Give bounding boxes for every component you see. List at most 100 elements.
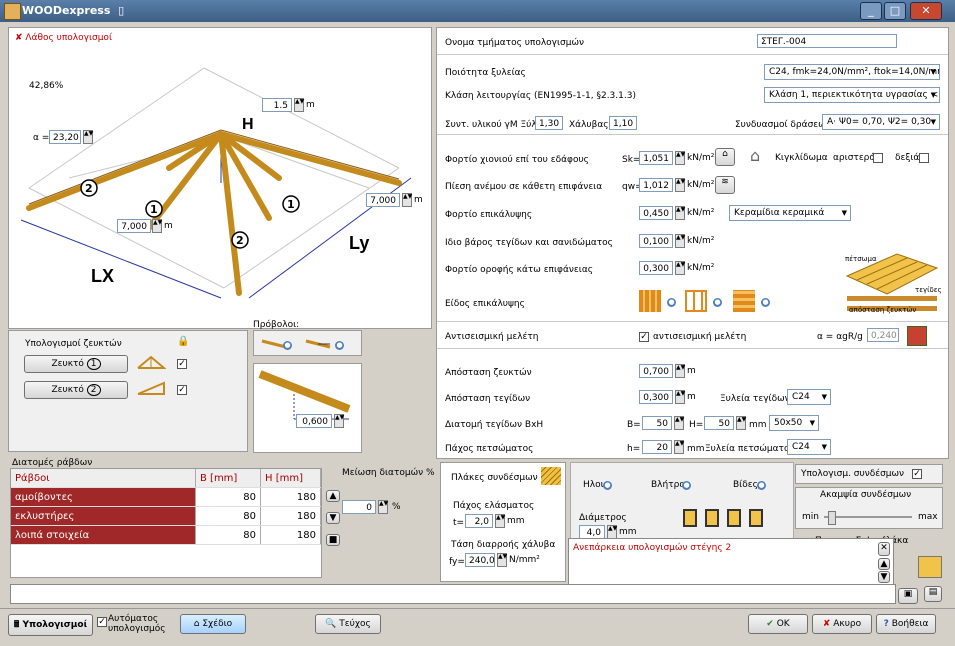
- alpha-spinner[interactable]: ▲▼: [83, 130, 93, 144]
- deck-thickness-input[interactable]: 20: [642, 440, 672, 454]
- auto-calc-checkbox[interactable]: ✓: [97, 617, 107, 627]
- reduction-reset-button[interactable]: ■: [326, 534, 340, 546]
- truss-2-button[interactable]: Ζευκτό 2: [24, 381, 128, 399]
- height-input[interactable]: 1.5: [262, 98, 292, 112]
- rafter-wood-select[interactable]: C24: [787, 389, 831, 405]
- help-button[interactable]: ? Βοήθεια: [876, 614, 936, 634]
- reduction-spinner[interactable]: ▲▼: [378, 500, 388, 514]
- overhang-spinner[interactable]: ▲▼: [334, 414, 344, 428]
- cancel-button[interactable]: ✘ Ακυρο: [812, 614, 872, 634]
- truss-2-checkbox[interactable]: ✓: [177, 385, 187, 395]
- combination-select[interactable]: A· Ψ0= 0,70, Ψ2= 0,30: [822, 114, 940, 130]
- height-spinner[interactable]: ▲▼: [294, 98, 304, 112]
- ceiling-load-input[interactable]: 0,300: [639, 261, 673, 275]
- seismic-map-icon[interactable]: [907, 326, 927, 346]
- truss-1-button[interactable]: Ζευκτό 1: [24, 355, 128, 373]
- ok-button[interactable]: ✔ OK: [748, 614, 808, 634]
- left-railing-checkbox[interactable]: [873, 153, 883, 163]
- overhang-input[interactable]: 0,600: [296, 414, 332, 428]
- fastener-option-1-icon[interactable]: [683, 509, 697, 527]
- service-class-select[interactable]: Κλάση 1, περιεκτικότητα υγρασίας <=1:: [764, 87, 940, 103]
- covering-option-3-radio[interactable]: ●: [761, 298, 770, 307]
- overhang-option-1-radio[interactable]: ●: [283, 341, 292, 350]
- plate-thickness-input[interactable]: 2,0: [465, 514, 493, 528]
- connections-calc-checkbox[interactable]: ✓: [912, 469, 922, 479]
- maximize-button[interactable]: □: [884, 2, 906, 20]
- stiffness-slider-thumb[interactable]: [828, 511, 836, 525]
- fastener-option-3-icon[interactable]: [727, 509, 741, 527]
- snow-load-spinner[interactable]: ▲▼: [675, 151, 685, 165]
- table-row[interactable]: εκλυστήρες 80 180: [11, 506, 321, 526]
- drawing-button[interactable]: ⌂ Σχέδιο: [180, 614, 246, 634]
- ceiling-load-spinner[interactable]: ▲▼: [675, 261, 685, 275]
- seismic-checkbox[interactable]: ✓: [639, 332, 649, 342]
- length-x-input[interactable]: 7,000: [117, 219, 151, 233]
- print-button[interactable]: ▣: [898, 588, 918, 604]
- truss-1-checkbox[interactable]: ✓: [177, 359, 187, 369]
- rafter-h-input[interactable]: 50: [704, 416, 734, 430]
- diameter-spinner[interactable]: ▲▼: [607, 525, 617, 539]
- message-close-button[interactable]: ✕: [878, 542, 890, 556]
- rafter-h-spinner[interactable]: ▲▼: [736, 416, 746, 430]
- covering-option-3-icon[interactable]: [733, 290, 755, 312]
- minimize-button[interactable]: _: [860, 2, 882, 20]
- self-weight-input[interactable]: 0,100: [639, 234, 673, 248]
- screws-radio[interactable]: ●: [757, 481, 766, 490]
- nails-radio[interactable]: ●: [603, 481, 612, 490]
- rafter-b-spinner[interactable]: ▲▼: [674, 416, 684, 430]
- length-x-spinner[interactable]: ▲▼: [152, 219, 162, 233]
- plate-thickness-spinner[interactable]: ▲▼: [495, 514, 505, 528]
- reduction-down-button[interactable]: ▼: [326, 512, 340, 524]
- reduction-input[interactable]: 0: [342, 500, 376, 514]
- overhang-option-2-radio[interactable]: ●: [335, 341, 344, 350]
- covering-option-2-radio[interactable]: ●: [713, 298, 722, 307]
- gm-wood-input[interactable]: 1,30: [535, 116, 563, 130]
- wood-quality-select[interactable]: C24, fmk=24,0N/mm², ftok=14,0N/mm²: [764, 64, 940, 80]
- cover-type-select[interactable]: Κεραμίδια κεραμικά: [729, 205, 851, 221]
- message-scroll-down[interactable]: ▼: [878, 571, 890, 583]
- table-row[interactable]: αμοίβοντες 80 180: [11, 487, 321, 507]
- deck-wood-select[interactable]: C24: [787, 439, 831, 455]
- length-y-spinner[interactable]: ▲▼: [402, 193, 412, 207]
- deck-thickness-spinner[interactable]: ▲▼: [674, 440, 684, 454]
- stiffness-slider[interactable]: [824, 516, 912, 518]
- close-button[interactable]: ✕: [910, 2, 942, 20]
- seismic-alpha-input[interactable]: 0,240: [867, 328, 899, 342]
- gm-steel-input[interactable]: 1,10: [609, 116, 637, 130]
- calculate-button[interactable]: 🖩 Υπολογισμοί: [8, 614, 93, 636]
- covering-option-1-radio[interactable]: ●: [667, 298, 676, 307]
- yield-stress-input[interactable]: 240,0: [465, 553, 495, 567]
- truss-distance-spinner[interactable]: ▲▼: [675, 364, 685, 378]
- overhang-option-2-icon[interactable]: [304, 335, 334, 351]
- truss-distance-input[interactable]: 0,700: [639, 364, 673, 378]
- diameter-input[interactable]: 4,0: [579, 525, 605, 539]
- fastener-option-4-icon[interactable]: [749, 509, 763, 527]
- alpha-input[interactable]: 23,20: [49, 130, 81, 144]
- reduction-up-button[interactable]: ▲: [326, 490, 340, 502]
- table-row[interactable]: λοιπά στοιχεία 80 180: [11, 525, 321, 545]
- cover-load-input[interactable]: 0,450: [639, 206, 673, 220]
- booklet-button[interactable]: 🔍 Τεύχος: [315, 614, 381, 634]
- save-button[interactable]: ▤: [924, 586, 942, 602]
- rafter-distance-input[interactable]: 0,300: [639, 390, 673, 404]
- self-weight-spinner[interactable]: ▲▼: [675, 234, 685, 248]
- cover-load-spinner[interactable]: ▲▼: [675, 206, 685, 220]
- warning-icon[interactable]: [918, 556, 942, 578]
- section-name-input[interactable]: ΣΤΕΓ.-004: [757, 34, 897, 48]
- fastener-option-2-icon[interactable]: [705, 509, 719, 527]
- covering-option-1-icon[interactable]: [639, 290, 661, 312]
- wind-calc-button[interactable]: ≋: [715, 176, 735, 194]
- covering-option-2-icon[interactable]: [685, 290, 707, 312]
- wind-input[interactable]: 1,012: [639, 178, 673, 192]
- message-scroll-up[interactable]: ▲: [878, 558, 890, 570]
- wind-spinner[interactable]: ▲▼: [675, 178, 685, 192]
- yield-stress-spinner[interactable]: ▲▼: [497, 553, 507, 567]
- rafter-section-select[interactable]: 50x50: [769, 415, 819, 431]
- snow-load-input[interactable]: 1,051: [639, 151, 673, 165]
- rafter-distance-spinner[interactable]: ▲▼: [675, 390, 685, 404]
- length-y-input[interactable]: 7,000: [366, 193, 400, 207]
- rafter-b-input[interactable]: 50: [642, 416, 672, 430]
- bolts-radio[interactable]: ●: [682, 481, 691, 490]
- snow-calc-button[interactable]: ⌂: [715, 148, 735, 166]
- right-railing-checkbox[interactable]: [919, 153, 929, 163]
